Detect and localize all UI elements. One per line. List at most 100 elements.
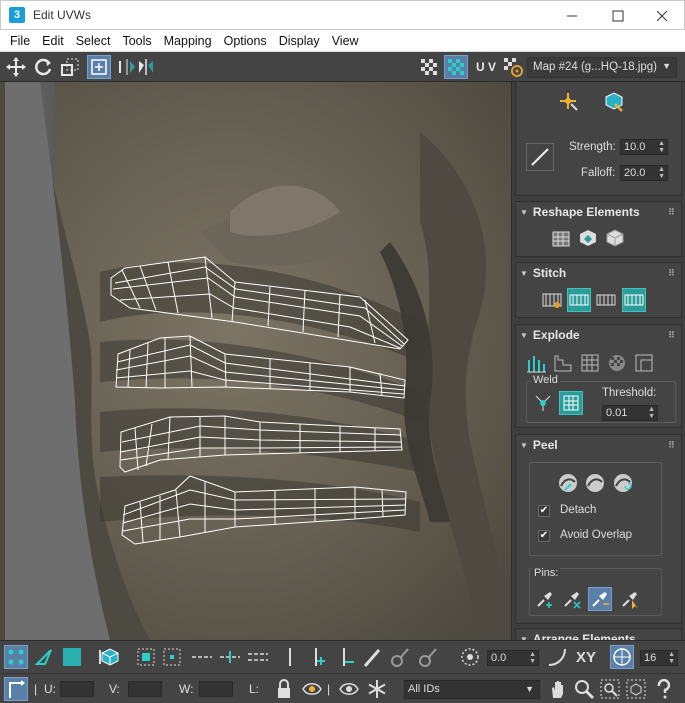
falloff-curve-icon[interactable] [545, 645, 569, 669]
rotation-angle-field[interactable]: 0.0 ▲ ▼ [487, 650, 539, 666]
select-pins-icon[interactable] [618, 587, 642, 611]
uv-mode-button[interactable]: U V [472, 55, 500, 79]
edge-mode-icon[interactable] [32, 645, 56, 669]
texture-map-dropdown[interactable]: Map #24 (g...HQ-18.jpg) ▼ [527, 57, 677, 78]
paint-select-grow-icon[interactable] [388, 645, 412, 669]
absolute-offset-toggle-icon[interactable] [4, 677, 28, 701]
show-map-icon[interactable] [444, 55, 468, 79]
spinner-arrows-icon: ▲ ▼ [658, 140, 665, 154]
quick-peel-icon[interactable] [556, 471, 580, 495]
ring-grow-icon[interactable] [306, 645, 330, 669]
threshold-spinner[interactable]: 0.01 ▲ ▼ [602, 405, 658, 421]
menu-tools[interactable]: Tools [116, 34, 157, 48]
brush-stroke-icon[interactable] [526, 143, 554, 171]
break-icon[interactable] [524, 351, 548, 375]
reshape-elements-header[interactable]: ▼ Reshape Elements ⠿ [516, 202, 681, 222]
lock-icon[interactable] [272, 677, 296, 701]
xy-space-button[interactable]: XY [572, 645, 600, 669]
maximize-button[interactable] [595, 1, 641, 31]
menu-display[interactable]: Display [273, 34, 326, 48]
zoom-icon[interactable] [572, 677, 596, 701]
move-icon[interactable] [4, 55, 28, 79]
arrange-elements-header[interactable]: ▼ Arrange Elements [516, 629, 681, 640]
element-mode-icon[interactable] [98, 645, 122, 669]
w-coordinate-field[interactable] [199, 681, 233, 697]
detach-checkbox[interactable]: ✔ [538, 505, 550, 517]
strength-spinner[interactable]: 10.0 ▲ ▼ [620, 139, 668, 155]
material-id-dropdown[interactable]: All IDs ▼ [404, 680, 540, 699]
show-icon[interactable] [337, 677, 361, 701]
ring-shrink-icon[interactable] [334, 645, 358, 669]
detach-label: Detach [560, 504, 597, 516]
drag-grip-icon[interactable]: ⠿ [668, 330, 676, 341]
menu-mapping[interactable]: Mapping [158, 34, 218, 48]
reset-peel-icon[interactable] [611, 471, 635, 495]
rotate-icon[interactable] [31, 55, 55, 79]
stitch-to-source-icon[interactable] [567, 288, 591, 312]
flatten-by-polygon-angle-icon[interactable] [578, 351, 602, 375]
u-coordinate-field[interactable] [60, 681, 94, 697]
stitch-custom-icon[interactable] [540, 288, 564, 312]
target-weld-icon[interactable] [559, 391, 583, 415]
uv-editor-viewport[interactable] [0, 82, 511, 640]
loop-grow-icon[interactable] [190, 645, 214, 669]
zoom-region-icon[interactable] [598, 677, 622, 701]
shrink-selection-icon[interactable] [160, 645, 184, 669]
stitch-header[interactable]: ▼ Stitch ⠿ [516, 263, 681, 283]
loop-shrink-icon[interactable] [218, 645, 242, 669]
map-settings-icon[interactable] [501, 55, 525, 79]
v-coordinate-field[interactable] [128, 681, 162, 697]
scale-icon[interactable] [58, 55, 82, 79]
falloff-label: Falloff: [581, 167, 616, 179]
flip-icon[interactable] [134, 55, 158, 79]
pin-remove-icon[interactable] [560, 587, 584, 611]
grid-snap-icon[interactable] [610, 645, 634, 669]
grow-selection-icon[interactable] [134, 645, 158, 669]
drag-grip-icon[interactable]: ⠿ [668, 440, 676, 451]
loop-select-icon[interactable] [246, 645, 270, 669]
falloff-spinner[interactable]: 20.0 ▲ ▼ [620, 165, 668, 181]
flatten-by-material-ids-icon[interactable] [632, 351, 656, 375]
tools-panel: Strength: 10.0 ▲ ▼ Falloff: 20.0 ▲ ▼ ▼ Res… [511, 82, 685, 640]
stitch-to-average-icon[interactable] [594, 288, 618, 312]
help-icon[interactable] [652, 677, 676, 701]
relax-until-flat-icon[interactable] [576, 226, 600, 250]
explode-header[interactable]: ▼ Explode ⠿ [516, 325, 681, 345]
paint-select-shrink-icon[interactable] [416, 645, 440, 669]
vertex-mode-icon[interactable] [4, 645, 28, 669]
drag-grip-icon[interactable]: ⠿ [668, 207, 676, 218]
menu-view[interactable]: View [326, 34, 365, 48]
pin-add-icon[interactable] [533, 587, 557, 611]
soft-selection-icon[interactable] [458, 645, 482, 669]
menu-edit[interactable]: Edit [36, 34, 70, 48]
minimize-button[interactable] [549, 1, 595, 31]
relax-brush-icon[interactable] [602, 89, 626, 113]
checker-pattern-icon[interactable] [417, 55, 441, 79]
ring-select-icon[interactable] [278, 645, 302, 669]
auto-pin-moved-icon[interactable] [588, 587, 612, 611]
peel-mode-icon[interactable] [583, 471, 607, 495]
paint-move-icon[interactable] [556, 89, 580, 113]
drag-grip-icon[interactable]: ⠿ [668, 268, 676, 279]
freeform-mode-icon[interactable] [87, 55, 111, 79]
zoom-extents-icon[interactable] [624, 677, 648, 701]
menu-select[interactable]: Select [70, 34, 117, 48]
collapse-triangle-icon: ▼ [520, 268, 528, 278]
menu-options[interactable]: Options [218, 34, 273, 48]
straighten-selection-icon[interactable] [549, 226, 573, 250]
polygon-mode-icon[interactable] [60, 645, 84, 669]
avoid-overlap-checkbox[interactable]: ✔ [538, 530, 550, 542]
relax-icon[interactable] [603, 226, 627, 250]
pan-icon[interactable] [546, 677, 570, 701]
peel-header[interactable]: ▼ Peel ⠿ [516, 435, 681, 455]
freeze-icon[interactable] [365, 677, 389, 701]
menu-file[interactable]: File [4, 34, 36, 48]
flatten-by-smoothing-groups-icon[interactable] [605, 351, 629, 375]
grid-size-field[interactable]: 16 ▲ ▼ [640, 650, 678, 666]
paint-select-icon[interactable] [360, 645, 384, 669]
weld-selected-icon[interactable] [531, 391, 555, 415]
detach-edge-verts-icon[interactable] [551, 351, 575, 375]
close-button[interactable] [639, 1, 685, 31]
stitch-to-target-icon[interactable] [622, 288, 646, 312]
hide-icon[interactable] [300, 677, 324, 701]
